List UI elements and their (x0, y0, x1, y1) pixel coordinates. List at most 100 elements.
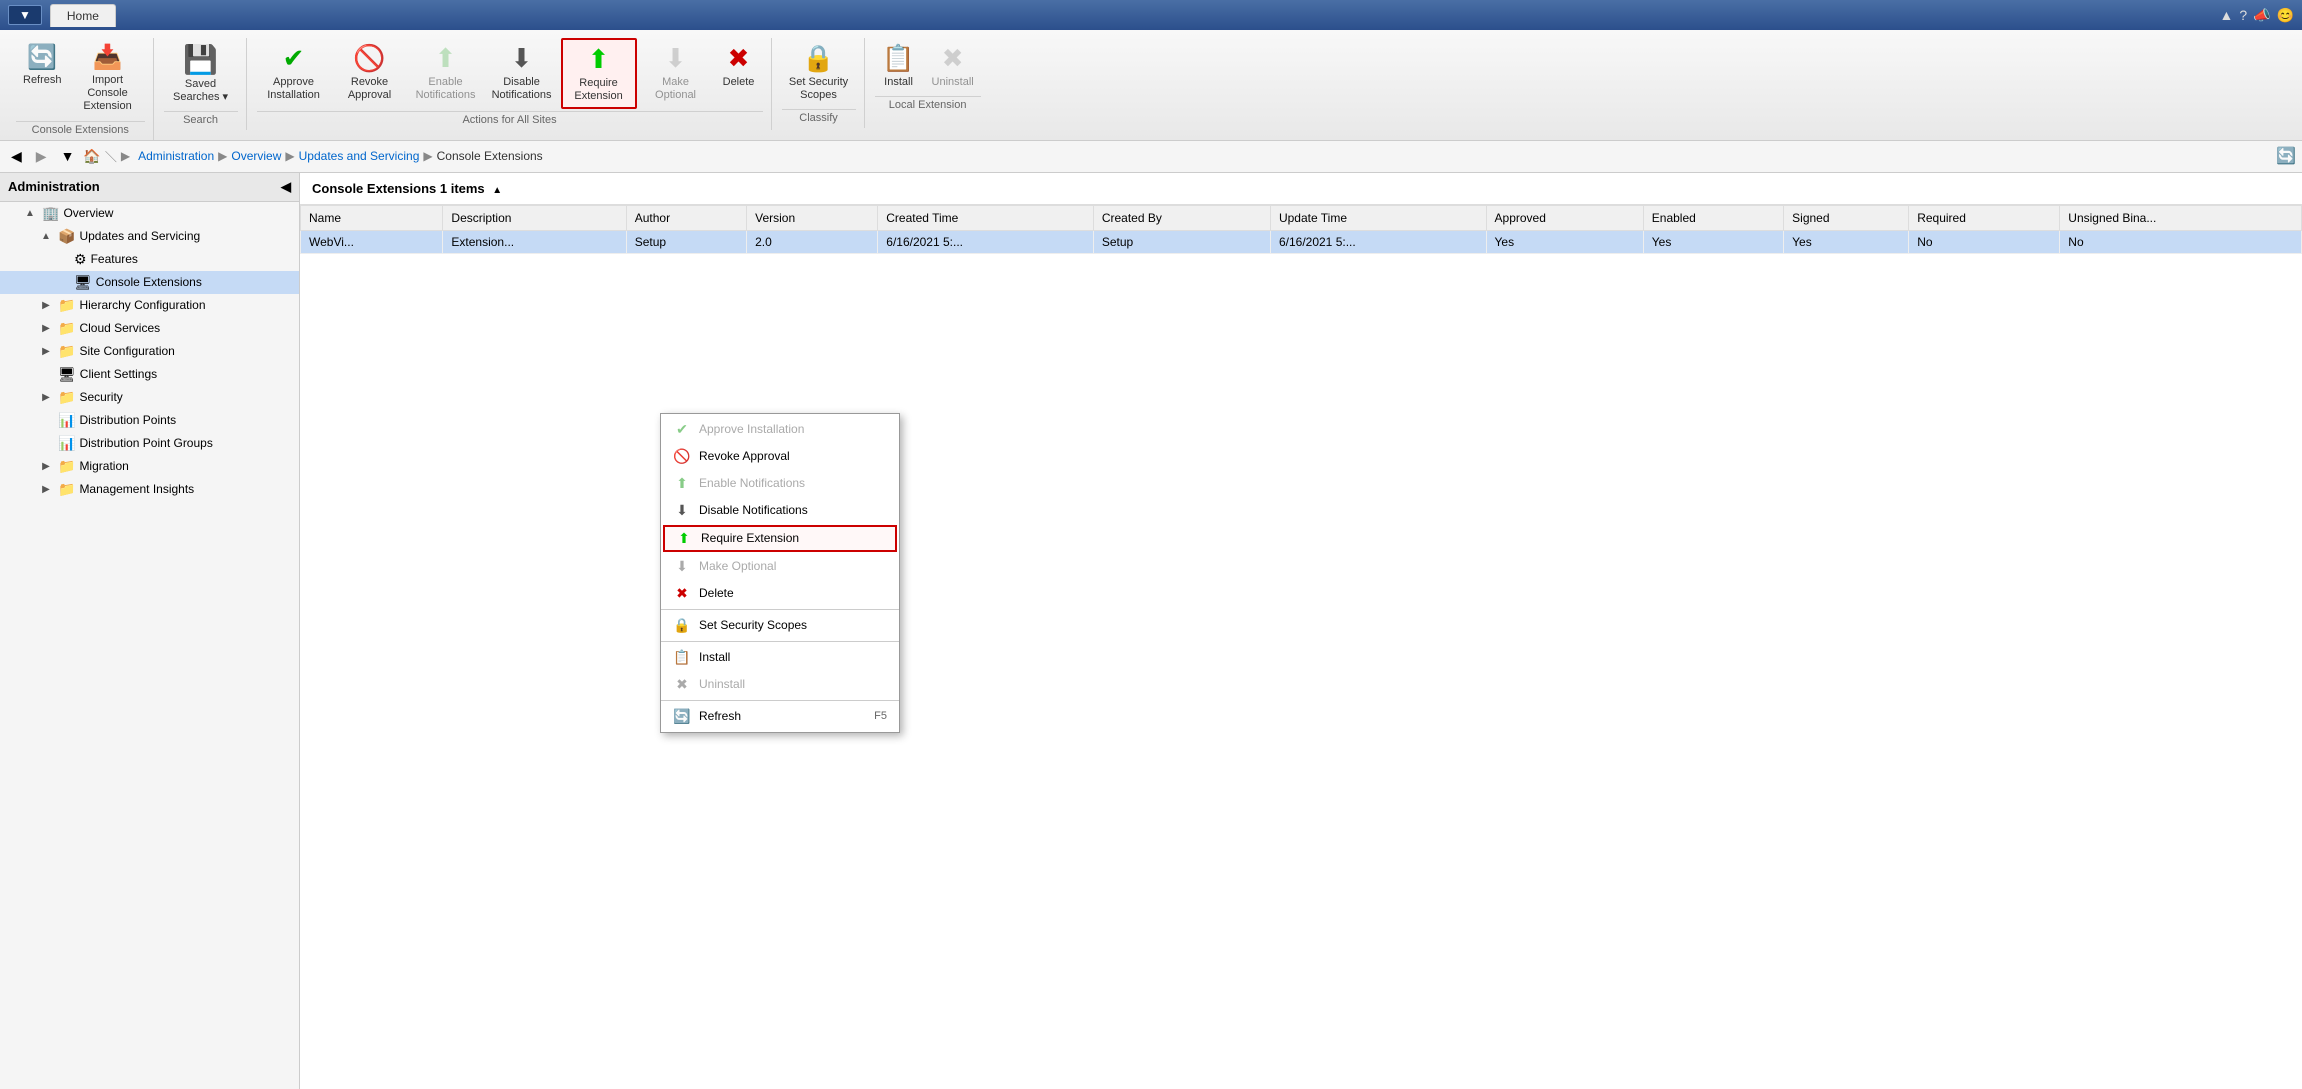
col-unsigned-binary[interactable]: Unsigned Bina... (2060, 205, 2302, 230)
ribbon-group-actions: ✔ Approve Installation 🚫 Revoke Approval… (249, 38, 772, 130)
uninstall-button[interactable]: ✖ Uninstall (925, 38, 981, 94)
minimize-icon[interactable]: ▲ (2219, 7, 2233, 24)
nav-dropdown-button[interactable]: ▼ (56, 145, 80, 167)
ribbon-groups: 🔄 Refresh 📥 Import Console Extension Con… (0, 34, 2302, 140)
breadcrumb-sep-3: ▶ (423, 149, 432, 163)
expander-site: ▶ (38, 346, 54, 357)
sidebar-item-distribution-points[interactable]: 📊 Distribution Points (0, 409, 299, 432)
ctx-require-ext-icon: ⬆ (675, 530, 693, 547)
ctx-make-optional[interactable]: ⬇ Make Optional (661, 553, 899, 580)
table-row[interactable]: WebVi... Extension... Setup 2.0 6/16/202… (301, 230, 2302, 253)
disable-notifications-button[interactable]: ⬇ Disable Notifications (485, 38, 559, 107)
ctx-delete-icon: ✖ (673, 585, 691, 602)
col-update-time[interactable]: Update Time (1270, 205, 1486, 230)
ctx-delete[interactable]: ✖ Delete (661, 580, 899, 607)
help-icon[interactable]: ? (2239, 7, 2247, 24)
site-icon: 📁 (58, 343, 75, 360)
enable-notifications-button[interactable]: ⬆ Enable Notifications (409, 38, 483, 107)
cell-approved: Yes (1486, 230, 1643, 253)
col-description[interactable]: Description (443, 205, 626, 230)
ctx-refresh[interactable]: 🔄 Refresh F5 (661, 703, 899, 730)
col-signed[interactable]: Signed (1784, 205, 1909, 230)
sidebar-item-client-settings[interactable]: 🖥 Client Settings (0, 363, 299, 386)
breadcrumb-sep-1: ▶ (218, 149, 227, 163)
ctx-uninstall[interactable]: ✖ Uninstall (661, 671, 899, 698)
sidebar-item-console-extensions[interactable]: 🖥 Console Extensions (0, 271, 299, 294)
content-header: Console Extensions 1 items ▲ (300, 173, 2302, 205)
col-author[interactable]: Author (626, 205, 746, 230)
sidebar-item-migration[interactable]: ▶ 📁 Migration (0, 455, 299, 478)
breadcrumb-administration[interactable]: Administration (138, 149, 214, 163)
sort-arrow: ▲ (492, 185, 502, 196)
app-menu-button[interactable]: ▼ (8, 5, 42, 25)
breadcrumb-updates[interactable]: Updates and Servicing (299, 149, 420, 163)
home-tab[interactable]: Home (50, 4, 116, 27)
col-name[interactable]: Name (301, 205, 443, 230)
sidebar-item-updates-servicing[interactable]: ▲ 📦 Updates and Servicing (0, 225, 299, 248)
make-optional-label: Make Optional (646, 76, 706, 102)
sidebar-item-cloud-services[interactable]: ▶ 📁 Cloud Services (0, 317, 299, 340)
cell-description: Extension... (443, 230, 626, 253)
col-approved[interactable]: Approved (1486, 205, 1643, 230)
sidebar-item-site-configuration[interactable]: ▶ 📁 Site Configuration (0, 340, 299, 363)
ctx-revoke-label: Revoke Approval (699, 449, 790, 463)
breadcrumb-sep-0: ＼ (105, 148, 117, 165)
col-enabled[interactable]: Enabled (1643, 205, 1783, 230)
set-security-scopes-button[interactable]: 🔒 Set Security Scopes (782, 38, 856, 107)
col-required[interactable]: Required (1909, 205, 2060, 230)
migration-label: Migration (79, 459, 128, 473)
expander-console-ext (54, 277, 70, 288)
ctx-refresh-shortcut: F5 (874, 710, 887, 722)
ctx-install[interactable]: 📋 Install (661, 644, 899, 671)
ctx-enable-notifications[interactable]: ⬆ Enable Notifications (661, 470, 899, 497)
notification-icon[interactable]: 📣 (2253, 7, 2270, 24)
nav-bar: ◀ ▶ ▼ 🏠 ＼ ▶ Administration ▶ Overview ▶ … (0, 141, 2302, 173)
nav-refresh-button[interactable]: 🔄 (2276, 146, 2296, 166)
sidebar-item-distribution-point-groups[interactable]: 📊 Distribution Point Groups (0, 432, 299, 455)
ctx-disable-notifications[interactable]: ⬇ Disable Notifications (661, 497, 899, 524)
col-version[interactable]: Version (747, 205, 878, 230)
ctx-approve-installation[interactable]: ✔ Approve Installation (661, 416, 899, 443)
breadcrumb-overview[interactable]: Overview (231, 149, 281, 163)
sidebar-collapse-icon[interactable]: ◀ (281, 179, 291, 195)
require-ext-icon: ⬆ (588, 44, 610, 75)
require-extension-button[interactable]: ⬆ Require Extension (561, 38, 637, 109)
import-console-extension-button[interactable]: 📥 Import Console Extension (71, 38, 145, 119)
ribbon-buttons: 🔄 Refresh 📥 Import Console Extension (16, 38, 145, 119)
ctx-revoke-icon: 🚫 (673, 448, 691, 465)
revoke-approval-button[interactable]: 🚫 Revoke Approval (333, 38, 407, 107)
sidebar-item-hierarchy-config[interactable]: ▶ 📁 Hierarchy Configuration (0, 294, 299, 317)
sidebar-item-overview[interactable]: ▲ 🏢 Overview (0, 202, 299, 225)
sidebar-item-security[interactable]: ▶ 📁 Security (0, 386, 299, 409)
dist-points-icon: 📊 (58, 412, 75, 429)
install-button[interactable]: 📋 Install (875, 38, 923, 94)
ctx-separator-3 (661, 700, 899, 701)
ctx-make-optional-label: Make Optional (699, 559, 776, 573)
ribbon-group-search: 💾 Saved Searches ▾ Search (156, 38, 247, 130)
expander-cloud: ▶ (38, 323, 54, 334)
ctx-refresh-icon: 🔄 (673, 708, 691, 725)
security-icon: 📁 (58, 389, 75, 406)
col-created-by[interactable]: Created By (1093, 205, 1270, 230)
ctx-set-security-scopes[interactable]: 🔒 Set Security Scopes (661, 612, 899, 639)
ctx-revoke-approval[interactable]: 🚫 Revoke Approval (661, 443, 899, 470)
delete-button[interactable]: ✖ Delete (715, 38, 763, 94)
ctx-require-extension[interactable]: ⬆ Require Extension (663, 525, 897, 552)
nav-home-icon: 🏠 (83, 148, 100, 165)
sidebar: Administration ◀ ▲ 🏢 Overview ▲ 📦 Update… (0, 173, 300, 1089)
sidebar-item-management-insights[interactable]: ▶ 📁 Management Insights (0, 478, 299, 501)
ctx-disable-notif-icon: ⬇ (673, 502, 691, 519)
approve-installation-button[interactable]: ✔ Approve Installation (257, 38, 331, 107)
col-created-time[interactable]: Created Time (878, 205, 1094, 230)
saved-searches-button[interactable]: 💾 Saved Searches ▾ (164, 38, 238, 109)
sidebar-item-features[interactable]: ⚙ Features (0, 248, 299, 271)
expander-features (54, 254, 70, 265)
cell-created-time: 6/16/2021 5:... (878, 230, 1094, 253)
refresh-button[interactable]: 🔄 Refresh (16, 38, 69, 92)
user-icon[interactable]: 😊 (2277, 7, 2294, 24)
table-container[interactable]: Name Description Author Version Created … (300, 205, 2302, 1081)
back-button[interactable]: ◀ (6, 145, 27, 168)
make-optional-button[interactable]: ⬇ Make Optional (639, 38, 713, 107)
ctx-enable-notif-icon: ⬆ (673, 475, 691, 492)
forward-button[interactable]: ▶ (31, 145, 52, 168)
